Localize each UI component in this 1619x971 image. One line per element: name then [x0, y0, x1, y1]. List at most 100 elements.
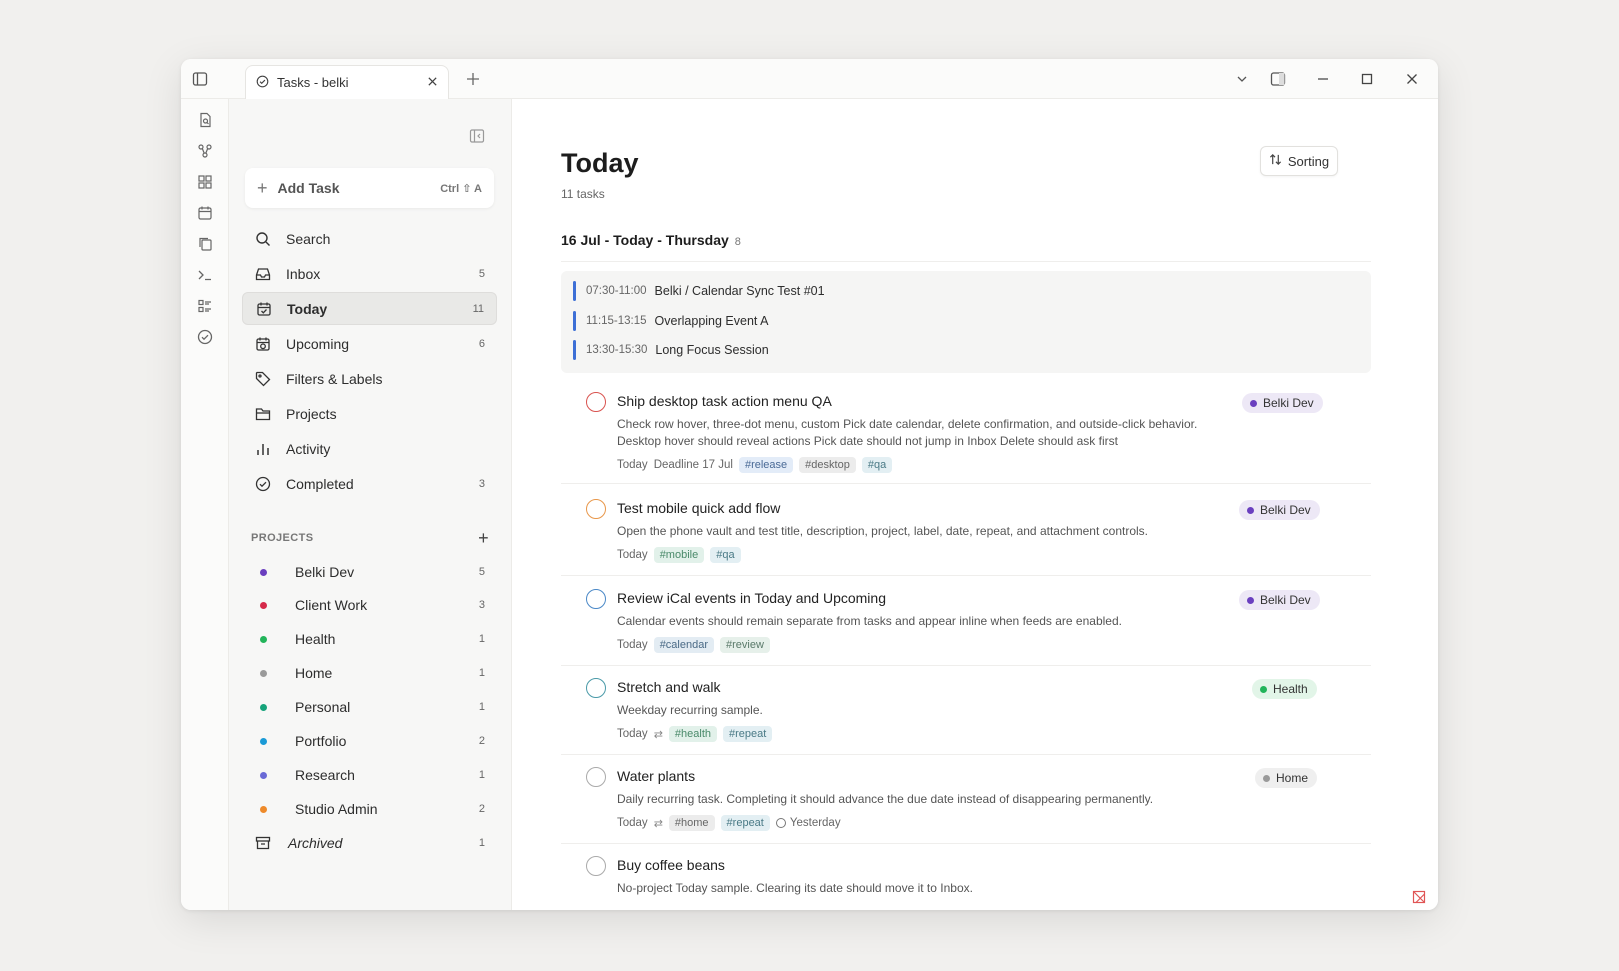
- search-icon: [254, 230, 272, 248]
- task-tag[interactable]: #repeat: [723, 726, 773, 742]
- new-tab-button[interactable]: [463, 69, 483, 89]
- project-item-belki-dev[interactable]: Belki Dev 5: [242, 557, 497, 587]
- nav-item-upcoming[interactable]: Upcoming 6: [242, 327, 497, 360]
- task-tag[interactable]: #qa: [861, 457, 893, 473]
- add-project-button[interactable]: +: [478, 528, 489, 549]
- nav-item-filters-labels[interactable]: Filters & Labels: [242, 362, 497, 395]
- nav-count: 11: [472, 302, 484, 315]
- task-count-subtitle: 11 tasks: [561, 187, 605, 201]
- task-row[interactable]: Buy coffee beans No-project Today sample…: [561, 845, 1371, 910]
- sorting-button[interactable]: Sorting: [1260, 146, 1338, 176]
- project-item-health[interactable]: Health 1: [242, 624, 497, 654]
- task-row[interactable]: Test mobile quick add flow Open the phon…: [561, 488, 1371, 576]
- chevron-down-icon[interactable]: [1232, 69, 1252, 89]
- minimize-icon[interactable]: [1313, 69, 1333, 89]
- calendar-event[interactable]: 11:15-13:15 Overlapping Event A: [573, 310, 769, 332]
- task-date: Today: [617, 728, 648, 740]
- maximize-icon[interactable]: [1357, 69, 1377, 89]
- task-tag[interactable]: #release: [738, 457, 794, 473]
- overdue-label: Yesterday: [789, 817, 841, 829]
- tab-tasks-belki[interactable]: Tasks - belki: [245, 65, 449, 99]
- project-item-client-work[interactable]: Client Work 3: [242, 590, 497, 620]
- add-task-button[interactable]: + Add Task Ctrl ⇧ A: [245, 168, 494, 208]
- nav-item-completed[interactable]: Completed 3: [242, 467, 497, 500]
- task-tag[interactable]: #qa: [710, 547, 741, 563]
- grid-icon[interactable]: [195, 172, 215, 192]
- add-task-label: Add Task: [277, 180, 340, 196]
- task-checkbox[interactable]: [586, 392, 606, 412]
- sync-error-icon[interactable]: [1412, 890, 1428, 906]
- projects-header: PROJECTS +: [251, 528, 489, 548]
- calendar-event[interactable]: 07:30-11:00 Belki / Calendar Sync Test #…: [573, 280, 825, 302]
- terminal-icon[interactable]: [195, 265, 215, 285]
- project-label: Belki Dev: [295, 564, 355, 580]
- project-item-home[interactable]: Home 1: [242, 658, 497, 688]
- nav-label: Inbox: [286, 265, 321, 282]
- project-item-personal[interactable]: Personal 1: [242, 692, 497, 722]
- task-checkbox[interactable]: [586, 678, 606, 698]
- task-checkbox[interactable]: [586, 589, 606, 609]
- event-time: 13:30-15:30: [586, 344, 648, 356]
- task-checkbox[interactable]: [586, 767, 606, 787]
- collapse-sidebar-icon[interactable]: [469, 128, 487, 146]
- nav-item-activity[interactable]: Activity: [242, 432, 497, 465]
- file-search-icon[interactable]: [195, 110, 215, 130]
- split-view-icon[interactable]: [1268, 69, 1288, 89]
- task-checkbox[interactable]: [586, 499, 606, 519]
- nav-item-projects[interactable]: Projects: [242, 397, 497, 430]
- task-row[interactable]: Ship desktop task action menu QA Check r…: [561, 381, 1371, 484]
- task-tag[interactable]: #review: [720, 637, 770, 653]
- project-item-archived[interactable]: Archived 1: [242, 828, 497, 858]
- event-time: 11:15-13:15: [586, 315, 647, 327]
- sorting-label: Sorting: [1287, 153, 1330, 169]
- sidebar-toggle-icon[interactable]: [190, 69, 210, 89]
- nav-item-search[interactable]: Search: [242, 222, 497, 255]
- copy-icon[interactable]: [195, 234, 215, 254]
- nav-item-inbox[interactable]: Inbox 5: [242, 257, 497, 290]
- nav-count: 3: [478, 477, 485, 490]
- task-row[interactable]: Stretch and walk Weekday recurring sampl…: [561, 667, 1371, 755]
- nav-item-today[interactable]: Today 11: [242, 292, 497, 325]
- project-pill-label: Belki Dev: [1260, 593, 1311, 607]
- repeat-icon: ⇄: [653, 817, 663, 830]
- project-count: 1: [478, 667, 485, 679]
- project-pill[interactable]: Home: [1255, 768, 1318, 788]
- close-icon[interactable]: [427, 75, 438, 90]
- project-count: 1: [478, 701, 485, 713]
- tasks-check-icon[interactable]: [195, 327, 215, 347]
- task-row[interactable]: Water plants Daily recurring task. Compl…: [561, 756, 1371, 844]
- project-pill[interactable]: Health: [1252, 679, 1317, 699]
- project-pill[interactable]: Belki Dev: [1239, 500, 1320, 520]
- task-description: Daily recurring task. Completing it shou…: [617, 792, 1154, 806]
- project-count: 2: [478, 735, 485, 747]
- project-pill[interactable]: Belki Dev: [1239, 590, 1320, 610]
- task-title: Ship desktop task action menu QA: [617, 393, 832, 409]
- task-tag[interactable]: #repeat: [720, 815, 770, 831]
- project-color-dot: [260, 669, 267, 677]
- task-tag[interactable]: #desktop: [799, 457, 856, 473]
- task-tag[interactable]: #calendar: [653, 637, 715, 653]
- task-meta: Today #calendar #review: [617, 637, 776, 653]
- project-count: 5: [478, 566, 485, 578]
- projects-header-label: PROJECTS: [251, 532, 314, 544]
- task-tag[interactable]: #health: [668, 726, 717, 742]
- project-item-research[interactable]: Research 1: [242, 760, 497, 790]
- calendar-event[interactable]: 13:30-15:30 Long Focus Session: [573, 339, 769, 361]
- project-color-dot: [1247, 506, 1254, 514]
- window-close-icon[interactable]: [1402, 69, 1422, 89]
- list-icon[interactable]: [195, 296, 215, 316]
- nav-label: Upcoming: [286, 335, 350, 352]
- event-title: Belki / Calendar Sync Test #01: [654, 284, 825, 298]
- project-item-portfolio[interactable]: Portfolio 2: [242, 726, 497, 756]
- task-row[interactable]: Review iCal events in Today and Upcoming…: [561, 578, 1371, 666]
- task-tag[interactable]: #home: [668, 815, 715, 831]
- project-pill[interactable]: Belki Dev: [1242, 393, 1323, 413]
- calendar-icon[interactable]: [195, 203, 215, 223]
- project-label: Client Work: [295, 597, 368, 613]
- graph-icon[interactable]: [195, 141, 215, 161]
- task-checkbox[interactable]: [586, 856, 606, 876]
- overdue-indicator: Yesterday: [775, 817, 841, 829]
- task-tag[interactable]: #mobile: [653, 547, 705, 563]
- nav-count: 5: [478, 267, 485, 280]
- project-item-studio-admin[interactable]: Studio Admin 2: [242, 794, 497, 824]
